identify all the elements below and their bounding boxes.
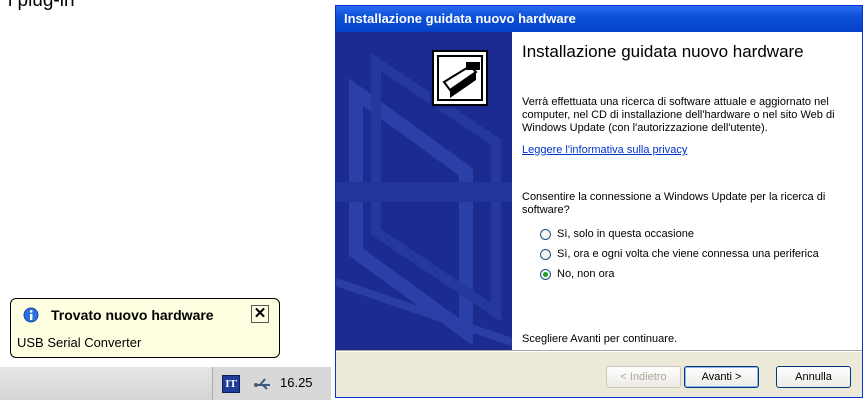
clipped-caption: l plug-in xyxy=(8,0,75,11)
next-button[interactable]: Avanti > xyxy=(684,366,759,388)
privacy-link[interactable]: Leggere l'informativa sulla privacy xyxy=(522,144,687,157)
language-indicator[interactable]: IT xyxy=(222,375,240,393)
radio-option-not-now[interactable]: No, non ora xyxy=(540,266,614,282)
wizard-window: Installazione guidata nuovo hardware Ins… xyxy=(336,6,862,397)
back-button[interactable]: < Indietro xyxy=(606,366,681,388)
button-separator xyxy=(336,350,862,352)
usb-icon[interactable] xyxy=(254,375,272,391)
radio-option-once[interactable]: Sì, solo in questa occasione xyxy=(540,226,694,242)
radio-button[interactable] xyxy=(540,228,551,240)
wizard-intro-text: Verrà effettuata una ricerca di software… xyxy=(522,96,835,134)
cancel-button[interactable]: Annulla xyxy=(776,366,851,388)
balloon-title: Trovato nuovo hardware xyxy=(51,307,214,323)
wizard-heading: Installazione guidata nuovo hardware xyxy=(522,42,804,61)
radio-option-always[interactable]: Sì, ora e ogni volta che viene connessa … xyxy=(540,246,819,262)
radio-button[interactable] xyxy=(540,248,551,260)
radio-label: No, non ora xyxy=(557,267,615,280)
continue-hint: Scegliere Avanti per continuare. xyxy=(522,333,678,345)
notification-balloon[interactable]: Trovato nuovo hardware ✕ USB Serial Conv… xyxy=(10,298,280,358)
radio-label: Sì, ora e ogni volta che viene connessa … xyxy=(557,247,819,260)
wizard-content: Installazione guidata nuovo hardware Ver… xyxy=(512,32,862,350)
taskbar-clock[interactable]: 16.25 xyxy=(280,375,313,390)
window-title: Installazione guidata nuovo hardware xyxy=(336,6,862,32)
radio-label: Sì, solo in questa occasione xyxy=(557,227,694,240)
info-icon xyxy=(23,307,39,323)
hardware-install-icon xyxy=(430,48,490,108)
radio-button-selected[interactable] xyxy=(540,268,551,280)
update-question: Consentire la connessione a Windows Upda… xyxy=(522,191,826,216)
close-icon[interactable]: ✕ xyxy=(251,305,269,323)
balloon-message: USB Serial Converter xyxy=(17,335,142,350)
